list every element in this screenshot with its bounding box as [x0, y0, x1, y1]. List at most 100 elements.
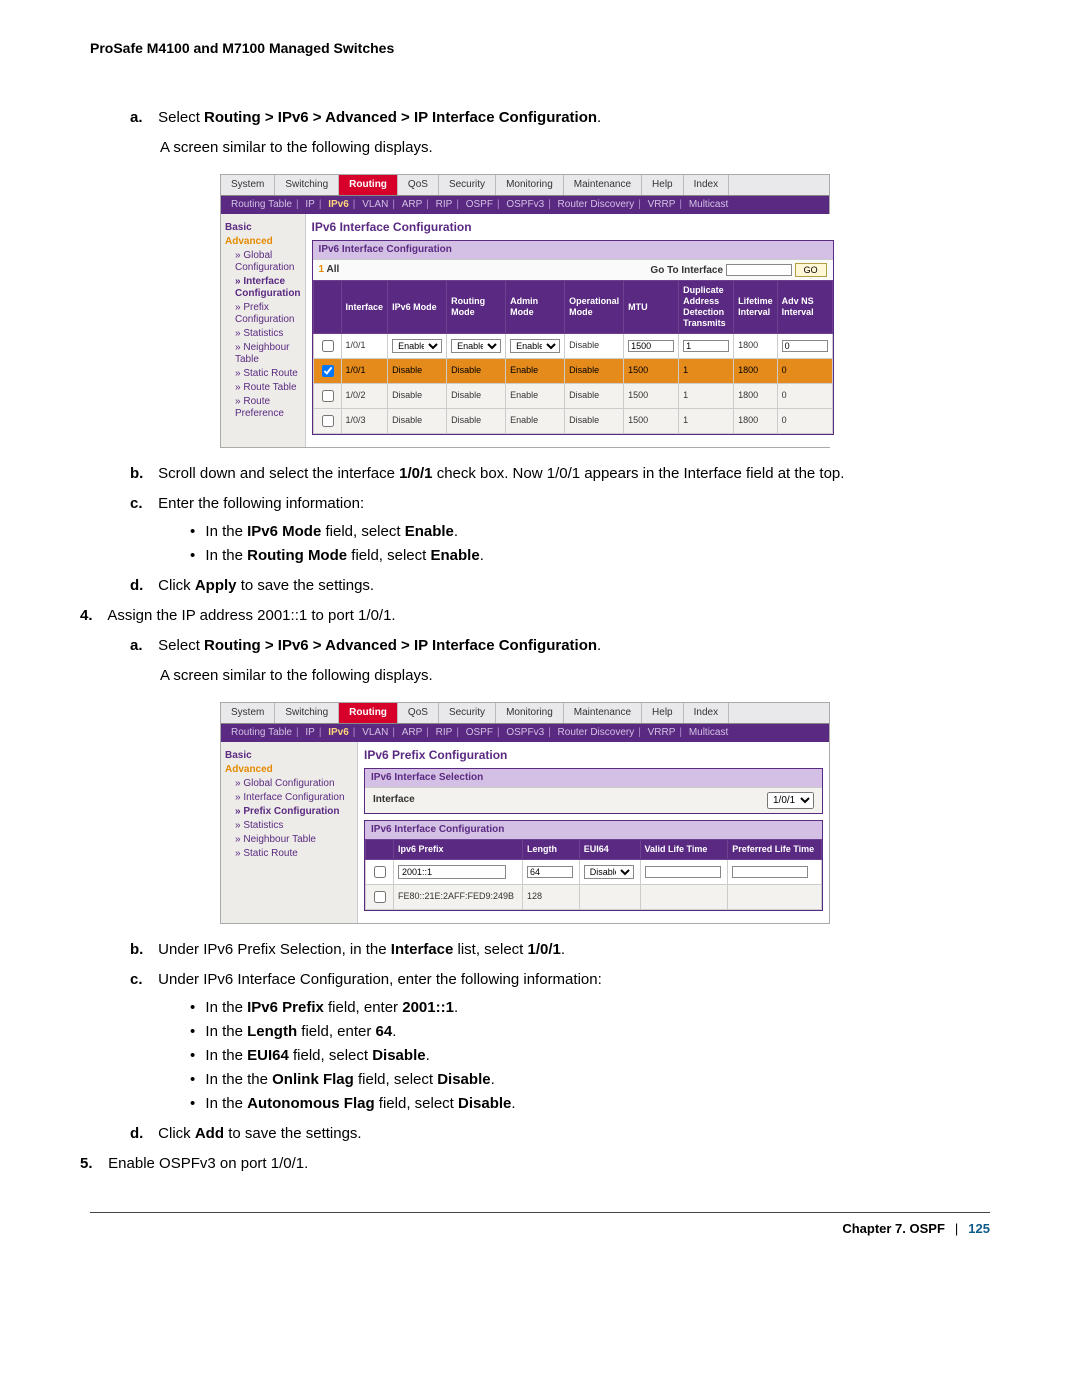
sidebar-basic[interactable]: Basic — [225, 222, 301, 234]
valid-life-input[interactable] — [645, 866, 721, 878]
tab-system[interactable]: System — [221, 175, 275, 195]
sidebar-item-route-pref[interactable]: Route Preference — [235, 396, 301, 420]
step-a1-label: a. — [130, 106, 154, 130]
tab-index[interactable]: Index — [684, 703, 729, 723]
tab-index[interactable]: Index — [684, 175, 729, 195]
main-tabs-2: System Switching Routing QoS Security Mo… — [221, 703, 829, 724]
length-input[interactable] — [527, 866, 573, 878]
tab-maintenance[interactable]: Maintenance — [564, 703, 642, 723]
sidebar-item-interface[interactable]: Interface Configuration — [235, 276, 301, 300]
step-c2-label: c. — [130, 968, 154, 992]
panel-title-2: IPv6 Prefix Configuration — [364, 748, 823, 762]
tab-switching[interactable]: Switching — [275, 175, 339, 195]
tab-monitoring[interactable]: Monitoring — [496, 703, 564, 723]
th-adv-ns: Adv NS Interval — [777, 281, 832, 333]
sidebar-item-global[interactable]: Global Configuration — [235, 778, 353, 790]
sidebar-item-prefix[interactable]: Prefix Configuration — [235, 302, 301, 326]
th-routing-mode: Routing Mode — [447, 281, 506, 333]
prefix-input[interactable] — [398, 865, 506, 879]
subtab-vlan[interactable]: VLAN — [362, 199, 388, 210]
subtab-router-discovery[interactable]: Router Discovery — [558, 199, 635, 210]
sidebar-advanced[interactable]: Advanced — [225, 236, 301, 248]
tab-switching[interactable]: Switching — [275, 703, 339, 723]
th-eui64: EUI64 — [579, 839, 640, 859]
routing-mode-select[interactable]: Enable — [451, 339, 501, 353]
panel-title: IPv6 Interface Configuration — [312, 220, 834, 234]
sidebar-item-neighbour[interactable]: Neighbour Table — [235, 834, 353, 846]
sidebar: Basic Advanced Global Configuration Inte… — [221, 214, 306, 447]
ipv6-interface-screenshot: System Switching Routing QoS Security Mo… — [220, 174, 830, 448]
interface-select[interactable]: 1/0/1 — [767, 792, 814, 809]
subtab-rip[interactable]: RIP — [436, 199, 453, 210]
row-checkbox[interactable] — [322, 390, 334, 402]
subtab-arp[interactable]: ARP — [402, 199, 423, 210]
sub-tabs-2: Routing Table| IP| IPv6| VLAN| ARP| RIP|… — [221, 724, 829, 742]
sidebar-item-static-route[interactable]: Static Route — [235, 368, 301, 380]
tab-routing[interactable]: Routing — [339, 703, 398, 723]
table-row: 1/0/3 Disable Disable Enable Disable 150… — [313, 408, 832, 433]
tab-help[interactable]: Help — [642, 175, 684, 195]
sidebar-basic[interactable]: Basic — [225, 750, 353, 762]
th-valid-life: Valid Life Time — [640, 839, 728, 859]
mtu-input[interactable] — [628, 340, 674, 352]
table-row: 1/0/1 Enable Enable Enable Disable 1800 — [313, 333, 832, 358]
row-checkbox[interactable] — [322, 340, 334, 352]
eui64-select[interactable]: Disable — [584, 865, 634, 879]
pref-life-input[interactable] — [732, 866, 808, 878]
interface-table: Interface IPv6 Mode Routing Mode Admin M… — [313, 280, 833, 433]
tab-maintenance[interactable]: Maintenance — [564, 175, 642, 195]
row-checkbox[interactable] — [322, 415, 334, 427]
tab-routing[interactable]: Routing — [339, 175, 398, 195]
step-d1-label: d. — [130, 574, 154, 598]
ipv6-mode-select[interactable]: Enable — [392, 339, 442, 353]
sidebar-item-neighbour[interactable]: Neighbour Table — [235, 342, 301, 366]
table-row: 1/0/1 Disable Disable Enable Disable 150… — [313, 358, 832, 383]
sidebar-item-interface[interactable]: Interface Configuration — [235, 792, 353, 804]
prefix-table: Ipv6 Prefix Length EUI64 Valid Life Time… — [365, 839, 822, 910]
subtab-vrrp[interactable]: VRRP — [648, 199, 676, 210]
th-interface: Interface — [341, 281, 388, 333]
step-b2-label: b. — [130, 938, 154, 962]
all-label: All — [327, 264, 340, 275]
sidebar-item-prefix[interactable]: Prefix Configuration — [235, 806, 353, 818]
footer-rule — [90, 1212, 990, 1213]
go-button[interactable]: GO — [795, 263, 827, 277]
main-tabs: System Switching Routing QoS Security Mo… — [221, 175, 829, 196]
inner-box-title: IPv6 Interface Configuration — [313, 241, 833, 259]
row-checkbox[interactable] — [322, 365, 334, 377]
subtab-ospfv3[interactable]: OSPFv3 — [506, 199, 544, 210]
tab-system[interactable]: System — [221, 703, 275, 723]
step-c1-label: c. — [130, 492, 154, 516]
subtab-multicast[interactable]: Multicast — [689, 199, 728, 210]
row-checkbox[interactable] — [374, 866, 386, 878]
tab-help[interactable]: Help — [642, 703, 684, 723]
tab-monitoring[interactable]: Monitoring — [496, 175, 564, 195]
th-oper-mode: Operational Mode — [565, 281, 624, 333]
th-admin-mode: Admin Mode — [506, 281, 565, 333]
go-to-interface-input[interactable] — [726, 264, 792, 276]
subtab-ipv6[interactable]: IPv6 — [328, 199, 349, 210]
sidebar-item-statistics[interactable]: Statistics — [235, 328, 301, 340]
table-row: 1/0/2 Disable Disable Enable Disable 150… — [313, 383, 832, 408]
sidebar-item-global[interactable]: Global Configuration — [235, 250, 301, 274]
sidebar-advanced[interactable]: Advanced — [225, 764, 353, 776]
row-checkbox[interactable] — [374, 891, 386, 903]
subtab-ospf[interactable]: OSPF — [466, 199, 493, 210]
th-ipv6-mode: IPv6 Mode — [388, 281, 447, 333]
sidebar-item-route-table[interactable]: Route Table — [235, 382, 301, 394]
subtab-ip[interactable]: IP — [305, 199, 314, 210]
cfg-header: IPv6 Interface Configuration — [365, 821, 822, 839]
admin-mode-select[interactable]: Enable — [510, 339, 560, 353]
adv-input[interactable] — [782, 340, 828, 352]
step-5-label: 5. — [80, 1152, 104, 1176]
subtab-routing-table[interactable]: Routing Table — [231, 199, 292, 210]
dad-input[interactable] — [683, 340, 729, 352]
tab-qos[interactable]: QoS — [398, 703, 439, 723]
sidebar-item-statistics[interactable]: Statistics — [235, 820, 353, 832]
tab-security[interactable]: Security — [439, 175, 496, 195]
th-pref-life: Preferred Life Time — [728, 839, 822, 859]
tab-qos[interactable]: QoS — [398, 175, 439, 195]
footer-chapter: Chapter 7. OSPF — [842, 1221, 945, 1236]
tab-security[interactable]: Security — [439, 703, 496, 723]
sidebar-item-static-route[interactable]: Static Route — [235, 848, 353, 860]
